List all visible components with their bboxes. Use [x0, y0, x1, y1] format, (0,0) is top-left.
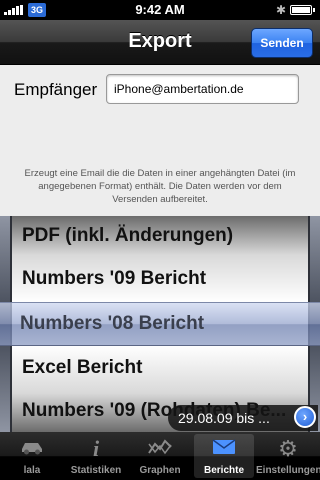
- recipient-label: Empfänger: [14, 80, 98, 99]
- chevron-right-icon[interactable]: ›: [294, 406, 316, 428]
- tab-label: lala: [23, 465, 41, 476]
- picker-option[interactable]: Excel Bericht: [22, 357, 142, 379]
- tab-bar: lala i Statistiken Graphen Berichte ⚙ Ei…: [0, 432, 320, 480]
- status-bar: 3G 9:42 AM ✱: [0, 0, 320, 20]
- tab-statistiken[interactable]: i Statistiken: [64, 432, 128, 480]
- tab-einstellungen[interactable]: ⚙ Einstellungen: [256, 432, 320, 480]
- tab-lala[interactable]: lala: [0, 432, 64, 480]
- clock: 9:42 AM: [135, 2, 185, 17]
- export-form: Empfänger Erzeugt eine Email die die Dat…: [0, 65, 320, 215]
- picker-selection-bar: Numbers '08 Bericht: [0, 302, 320, 346]
- tab-graphen[interactable]: Graphen: [128, 432, 192, 480]
- tab-label: Statistiken: [70, 465, 122, 476]
- picker-option[interactable]: Numbers '09 Bericht: [22, 268, 206, 290]
- car-icon: [0, 438, 64, 460]
- gear-icon: ⚙: [278, 436, 298, 461]
- graph-icon: [128, 438, 192, 460]
- envelope-icon: [192, 438, 256, 460]
- format-picker[interactable]: PDF (inkl. Änderungen) Numbers '09 Beric…: [0, 216, 320, 432]
- picker-option[interactable]: PDF (inkl. Änderungen): [22, 225, 233, 247]
- tab-label: Graphen: [139, 465, 181, 476]
- recipient-email-field[interactable]: [106, 74, 299, 104]
- battery-icon: [290, 5, 315, 15]
- tab-berichte[interactable]: Berichte: [192, 432, 256, 480]
- send-button[interactable]: Senden: [251, 28, 313, 58]
- navigation-bar: Export Senden: [0, 20, 320, 65]
- bluetooth-icon: ✱: [276, 3, 287, 17]
- picker-selected-option[interactable]: Numbers '08 Bericht: [20, 313, 204, 335]
- export-info-text: Erzeugt eine Email die die Daten in eine…: [24, 168, 296, 205]
- tab-label: Einstellungen: [256, 465, 320, 476]
- tab-label: Berichte: [203, 465, 244, 476]
- info-icon: i: [92, 436, 100, 461]
